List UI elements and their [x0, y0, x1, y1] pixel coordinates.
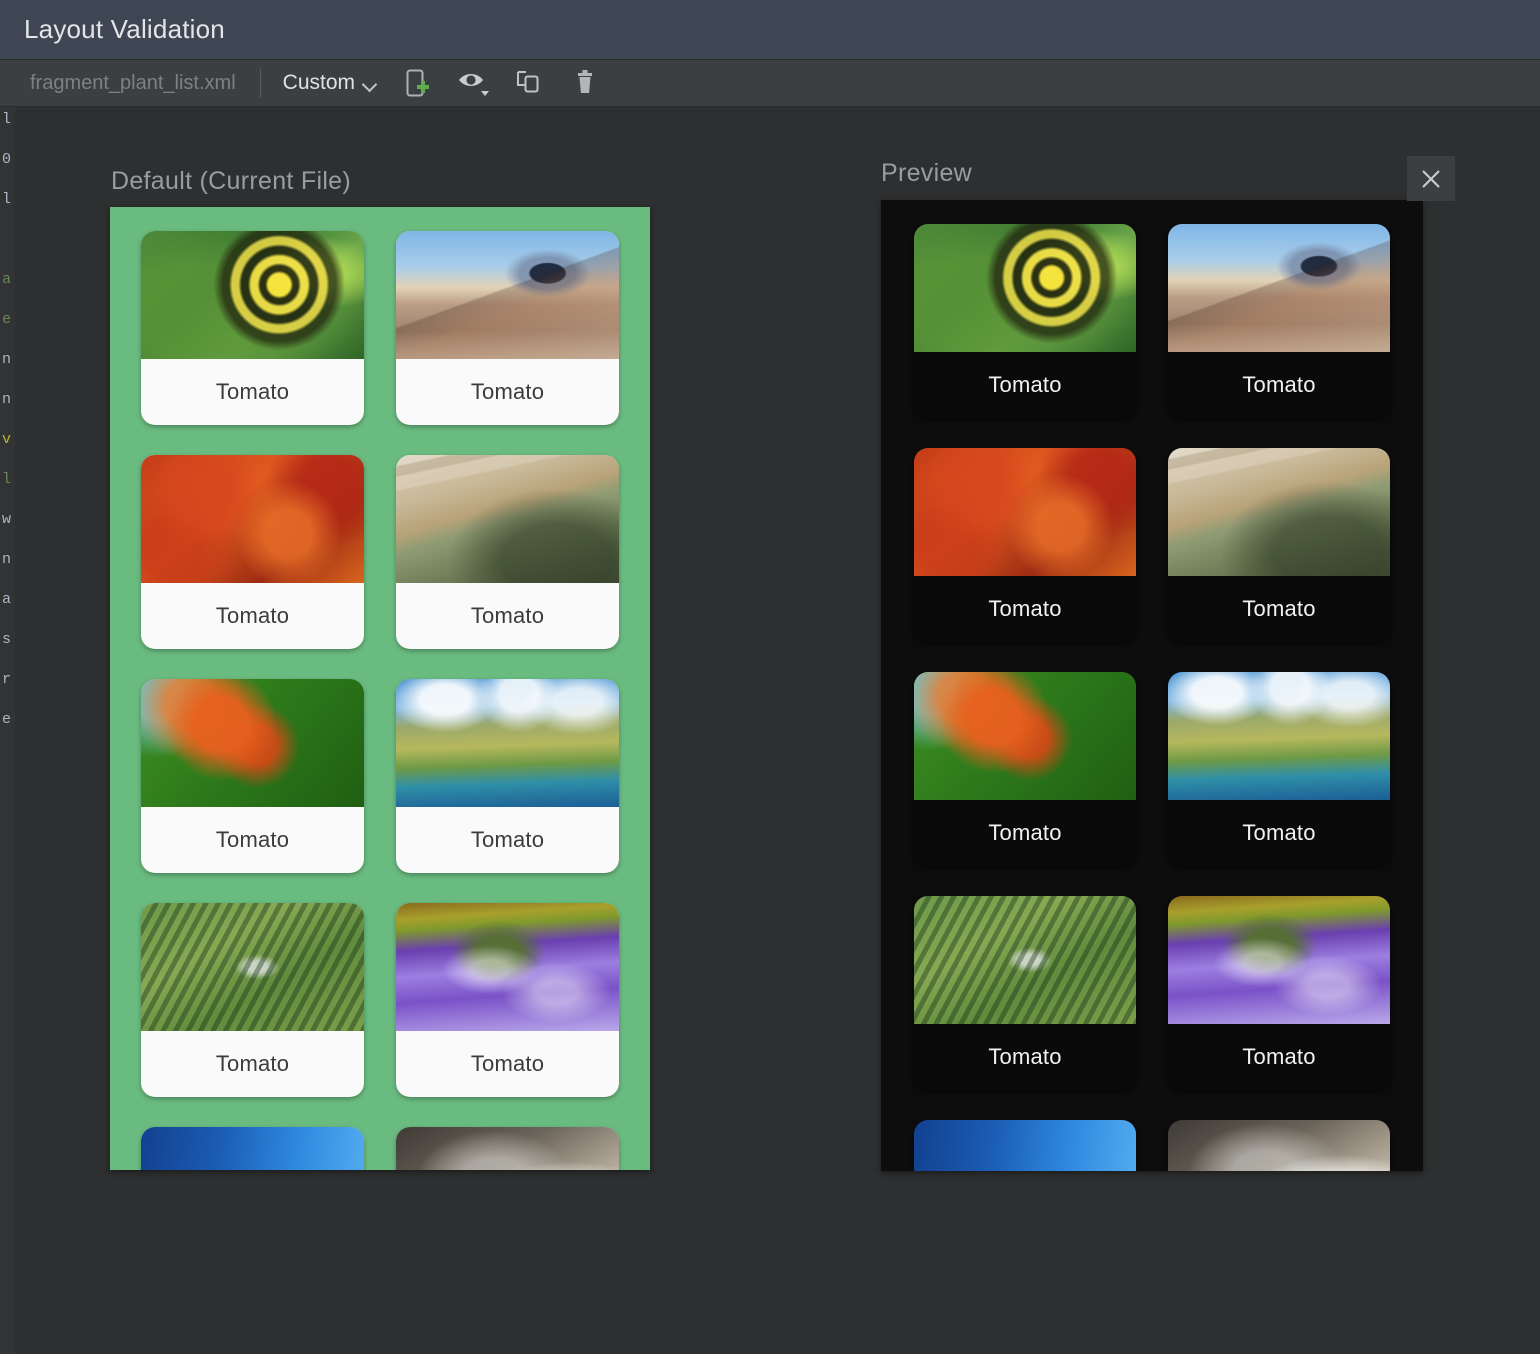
plant-card[interactable]: Tomato: [141, 455, 364, 649]
close-preview-button[interactable]: [1407, 156, 1455, 201]
plant-card[interactable]: Tomato: [141, 903, 364, 1097]
wet-wooden-plank-droplets-image: [1168, 448, 1390, 576]
plant-card[interactable]: Tomato: [914, 672, 1136, 866]
orange-maple-leaf-on-green-image: [141, 679, 364, 807]
plant-card[interactable]: Tomato: [1168, 896, 1390, 1090]
configuration-dropdown-label: Custom: [283, 71, 355, 95]
caterpillar-on-green-plant-image: [914, 224, 1136, 352]
grayscale-clouds-image: [396, 1127, 619, 1170]
plant-card-label: Tomato: [396, 807, 619, 873]
copy-layers-icon[interactable]: [513, 66, 547, 100]
plant-card[interactable]: Tomato: [1168, 448, 1390, 642]
trash-icon[interactable]: [569, 66, 603, 100]
plant-card-label: Tomato: [1168, 800, 1390, 866]
plant-card[interactable]: Tomato: [396, 231, 619, 425]
plant-card-label: Tomato: [396, 1031, 619, 1097]
preview-device-frame[interactable]: Tomato Tomato Tomato Tomato Tomato Tomato Toma…: [881, 200, 1423, 1171]
grayscale-clouds-image: [1168, 1120, 1390, 1171]
plant-card-label: Tomato: [914, 352, 1136, 418]
purple-long-exposure-river-image: [1168, 896, 1390, 1024]
plant-card[interactable]: Tomato: [914, 224, 1136, 418]
plant-card-label: Tomato: [914, 576, 1136, 642]
plant-card-label: Tomato: [914, 800, 1136, 866]
plant-card[interactable]: Tomato: [141, 1127, 364, 1170]
default-card-grid: Tomato Tomato Tomato Tomato Tomato Tomato Toma…: [110, 207, 650, 1170]
preview-panel-label: Preview: [881, 159, 972, 188]
caterpillar-on-green-plant-image: [141, 231, 364, 359]
chevron-down-icon: [364, 79, 377, 87]
plant-card-label: Tomato: [914, 1024, 1136, 1090]
plant-card-label: Tomato: [396, 359, 619, 425]
telescope-overlooking-city-image: [1168, 224, 1390, 352]
aerial-farm-orchard-image: [914, 896, 1136, 1024]
red-maple-leaves-image: [914, 448, 1136, 576]
plant-card-label: Tomato: [141, 583, 364, 649]
plant-card[interactable]: Tomato: [914, 896, 1136, 1090]
aerial-coastline-landscape-image: [396, 679, 619, 807]
blue-gradient-sky-image: [141, 1127, 364, 1170]
telescope-overlooking-city-image: [396, 231, 619, 359]
plant-card[interactable]: Tomato: [396, 903, 619, 1097]
eye-icon[interactable]: [457, 66, 491, 100]
aerial-farm-orchard-image: [141, 903, 364, 1031]
purple-long-exposure-river-image: [396, 903, 619, 1031]
close-icon: [1418, 166, 1444, 192]
aerial-coastline-landscape-image: [1168, 672, 1390, 800]
toolbar: fragment_plant_list.xml Custom: [0, 60, 1540, 107]
page-title: Layout Validation: [0, 14, 225, 45]
background-editor-sliver: ll0laennvlwnasre: [0, 60, 15, 1354]
plant-card[interactable]: Tomato: [1168, 1120, 1390, 1171]
plant-card[interactable]: Tomato: [396, 679, 619, 873]
preview-card-grid: Tomato Tomato Tomato Tomato Tomato Tomato Toma…: [881, 200, 1423, 1171]
plant-card-label: Tomato: [141, 359, 364, 425]
add-device-icon[interactable]: [401, 66, 435, 100]
plant-card-label: Tomato: [141, 1031, 364, 1097]
default-device-frame[interactable]: Tomato Tomato Tomato Tomato Tomato Tomato Toma…: [110, 207, 650, 1170]
plant-card[interactable]: Tomato: [1168, 672, 1390, 866]
plant-card[interactable]: Tomato: [396, 455, 619, 649]
plant-card[interactable]: Tomato: [396, 1127, 619, 1170]
default-panel-label: Default (Current File): [111, 167, 351, 196]
wet-wooden-plank-droplets-image: [396, 455, 619, 583]
toolbar-divider: [260, 68, 261, 98]
plant-card[interactable]: Tomato: [914, 448, 1136, 642]
blue-gradient-sky-image: [914, 1120, 1136, 1171]
orange-maple-leaf-on-green-image: [914, 672, 1136, 800]
current-file-label: fragment_plant_list.xml: [0, 72, 256, 95]
validation-canvas: Default (Current File) Preview TomatoTom…: [15, 107, 1540, 1354]
configuration-dropdown[interactable]: Custom: [265, 66, 389, 100]
plant-card-label: Tomato: [396, 583, 619, 649]
plant-card[interactable]: Tomato: [141, 231, 364, 425]
plant-card[interactable]: Tomato: [914, 1120, 1136, 1171]
window-title-bar: Layout Validation: [0, 0, 1540, 60]
red-maple-leaves-image: [141, 455, 364, 583]
plant-card-label: Tomato: [1168, 576, 1390, 642]
plant-card-label: Tomato: [1168, 352, 1390, 418]
plant-card-label: Tomato: [1168, 1024, 1390, 1090]
plant-card[interactable]: Tomato: [1168, 224, 1390, 418]
plant-card[interactable]: Tomato: [141, 679, 364, 873]
plant-card-label: Tomato: [141, 807, 364, 873]
